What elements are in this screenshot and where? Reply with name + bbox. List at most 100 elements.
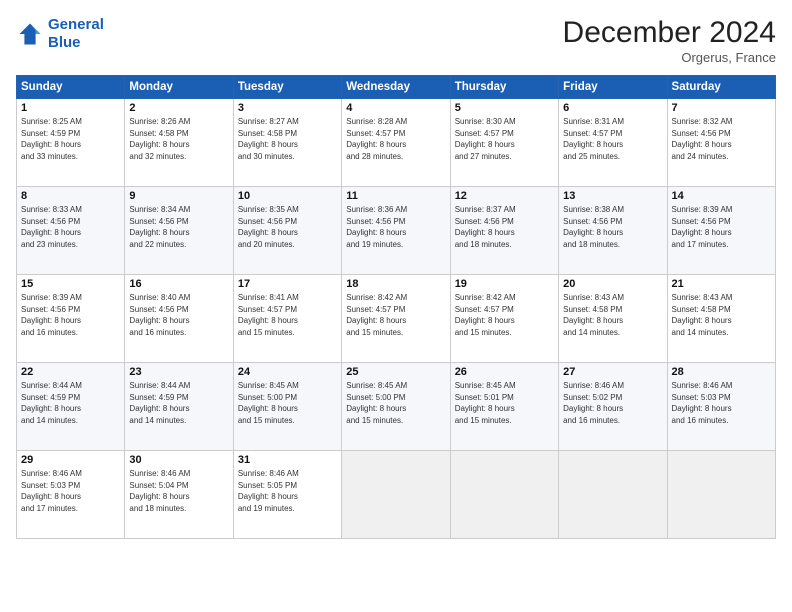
calendar-cell: 16 Sunrise: 8:40 AM Sunset: 4:56 PM Dayli… <box>125 275 233 363</box>
day-number: 8 <box>21 190 120 202</box>
day-number: 29 <box>21 454 120 466</box>
day-number: 12 <box>455 190 554 202</box>
calendar-week-row: 1 Sunrise: 8:25 AM Sunset: 4:59 PM Daylig… <box>17 99 776 187</box>
calendar-cell: 31 Sunrise: 8:46 AM Sunset: 5:05 PM Dayli… <box>233 451 341 539</box>
calendar-cell: 9 Sunrise: 8:34 AM Sunset: 4:56 PM Daylig… <box>125 187 233 275</box>
col-friday: Friday <box>559 76 667 99</box>
calendar-cell <box>667 451 775 539</box>
day-number: 6 <box>563 102 662 114</box>
calendar-cell: 18 Sunrise: 8:42 AM Sunset: 4:57 PM Dayli… <box>342 275 450 363</box>
calendar-cell: 17 Sunrise: 8:41 AM Sunset: 4:57 PM Dayli… <box>233 275 341 363</box>
logo: General Blue <box>16 16 104 52</box>
day-info: Sunrise: 8:46 AM Sunset: 5:02 PM Dayligh… <box>563 380 662 426</box>
calendar-header-row: Sunday Monday Tuesday Wednesday Thursday… <box>17 76 776 99</box>
calendar-cell: 11 Sunrise: 8:36 AM Sunset: 4:56 PM Dayli… <box>342 187 450 275</box>
header: General Blue December 2024 Orgerus, Fran… <box>16 16 776 65</box>
day-number: 5 <box>455 102 554 114</box>
col-saturday: Saturday <box>667 76 775 99</box>
day-info: Sunrise: 8:35 AM Sunset: 4:56 PM Dayligh… <box>238 204 337 250</box>
calendar-cell: 3 Sunrise: 8:27 AM Sunset: 4:58 PM Daylig… <box>233 99 341 187</box>
day-number: 30 <box>129 454 228 466</box>
logo-icon <box>16 20 44 48</box>
day-number: 24 <box>238 366 337 378</box>
location-subtitle: Orgerus, France <box>563 50 776 65</box>
calendar-cell: 13Sunrise: 8:38 AM Sunset: 4:56 PM Dayli… <box>559 187 667 275</box>
day-info: Sunrise: 8:44 AM Sunset: 4:59 PM Dayligh… <box>129 380 228 426</box>
calendar-week-row: 8Sunrise: 8:33 AM Sunset: 4:56 PM Daylig… <box>17 187 776 275</box>
day-number: 7 <box>672 102 771 114</box>
calendar-cell: 25Sunrise: 8:45 AM Sunset: 5:00 PM Dayli… <box>342 363 450 451</box>
day-number: 22 <box>21 366 120 378</box>
col-tuesday: Tuesday <box>233 76 341 99</box>
day-info: Sunrise: 8:45 AM Sunset: 5:00 PM Dayligh… <box>238 380 337 426</box>
calendar-cell: 5 Sunrise: 8:30 AM Sunset: 4:57 PM Daylig… <box>450 99 558 187</box>
day-info: Sunrise: 8:42 AM Sunset: 4:57 PM Dayligh… <box>346 292 445 338</box>
calendar-cell <box>559 451 667 539</box>
day-info: Sunrise: 8:30 AM Sunset: 4:57 PM Dayligh… <box>455 116 554 162</box>
day-info: Sunrise: 8:40 AM Sunset: 4:56 PM Dayligh… <box>129 292 228 338</box>
logo-line2: Blue <box>48 34 81 51</box>
day-info: Sunrise: 8:32 AM Sunset: 4:56 PM Dayligh… <box>672 116 771 162</box>
day-info: Sunrise: 8:43 AM Sunset: 4:58 PM Dayligh… <box>672 292 771 338</box>
calendar-cell: 27 Sunrise: 8:46 AM Sunset: 5:02 PM Dayli… <box>559 363 667 451</box>
day-info: Sunrise: 8:42 AM Sunset: 4:57 PM Dayligh… <box>455 292 554 338</box>
day-info: Sunrise: 8:46 AM Sunset: 5:04 PM Dayligh… <box>129 468 228 514</box>
calendar-cell: 10Sunrise: 8:35 AM Sunset: 4:56 PM Dayli… <box>233 187 341 275</box>
day-number: 26 <box>455 366 554 378</box>
calendar-week-row: 22 Sunrise: 8:44 AM Sunset: 4:59 PM Dayli… <box>17 363 776 451</box>
title-section: December 2024 Orgerus, France <box>563 16 776 65</box>
day-info: Sunrise: 8:25 AM Sunset: 4:59 PM Dayligh… <box>21 116 120 162</box>
calendar-cell: 12 Sunrise: 8:37 AM Sunset: 4:56 PM Dayli… <box>450 187 558 275</box>
day-number: 1 <box>21 102 120 114</box>
day-info: Sunrise: 8:36 AM Sunset: 4:56 PM Dayligh… <box>346 204 445 250</box>
calendar-cell: 23 Sunrise: 8:44 AM Sunset: 4:59 PM Dayli… <box>125 363 233 451</box>
day-number: 2 <box>129 102 228 114</box>
day-info: Sunrise: 8:39 AM Sunset: 4:56 PM Dayligh… <box>672 204 771 250</box>
day-number: 27 <box>563 366 662 378</box>
day-info: Sunrise: 8:46 AM Sunset: 5:05 PM Dayligh… <box>238 468 337 514</box>
day-info: Sunrise: 8:41 AM Sunset: 4:57 PM Dayligh… <box>238 292 337 338</box>
day-info: Sunrise: 8:37 AM Sunset: 4:56 PM Dayligh… <box>455 204 554 250</box>
day-number: 9 <box>129 190 228 202</box>
col-wednesday: Wednesday <box>342 76 450 99</box>
day-number: 20 <box>563 278 662 290</box>
calendar-cell <box>342 451 450 539</box>
calendar-cell <box>450 451 558 539</box>
day-info: Sunrise: 8:31 AM Sunset: 4:57 PM Dayligh… <box>563 116 662 162</box>
day-number: 15 <box>21 278 120 290</box>
calendar-cell: 1 Sunrise: 8:25 AM Sunset: 4:59 PM Daylig… <box>17 99 125 187</box>
day-number: 14 <box>672 190 771 202</box>
calendar-cell: 4Sunrise: 8:28 AM Sunset: 4:57 PM Daylig… <box>342 99 450 187</box>
calendar-cell: 19Sunrise: 8:42 AM Sunset: 4:57 PM Dayli… <box>450 275 558 363</box>
col-thursday: Thursday <box>450 76 558 99</box>
day-info: Sunrise: 8:44 AM Sunset: 4:59 PM Dayligh… <box>21 380 120 426</box>
day-number: 23 <box>129 366 228 378</box>
day-info: Sunrise: 8:46 AM Sunset: 5:03 PM Dayligh… <box>21 468 120 514</box>
calendar-cell: 14 Sunrise: 8:39 AM Sunset: 4:56 PM Dayli… <box>667 187 775 275</box>
calendar-cell: 28Sunrise: 8:46 AM Sunset: 5:03 PM Dayli… <box>667 363 775 451</box>
day-number: 25 <box>346 366 445 378</box>
calendar-cell: 21Sunrise: 8:43 AM Sunset: 4:58 PM Dayli… <box>667 275 775 363</box>
day-info: Sunrise: 8:27 AM Sunset: 4:58 PM Dayligh… <box>238 116 337 162</box>
calendar-week-row: 15Sunrise: 8:39 AM Sunset: 4:56 PM Dayli… <box>17 275 776 363</box>
logo-text: General Blue <box>48 16 104 52</box>
calendar-cell: 22 Sunrise: 8:44 AM Sunset: 4:59 PM Dayli… <box>17 363 125 451</box>
day-info: Sunrise: 8:43 AM Sunset: 4:58 PM Dayligh… <box>563 292 662 338</box>
day-number: 11 <box>346 190 445 202</box>
day-number: 31 <box>238 454 337 466</box>
calendar-cell: 20 Sunrise: 8:43 AM Sunset: 4:58 PM Dayli… <box>559 275 667 363</box>
day-number: 3 <box>238 102 337 114</box>
calendar-cell: 24 Sunrise: 8:45 AM Sunset: 5:00 PM Dayli… <box>233 363 341 451</box>
day-info: Sunrise: 8:26 AM Sunset: 4:58 PM Dayligh… <box>129 116 228 162</box>
day-number: 28 <box>672 366 771 378</box>
calendar-week-row: 29 Sunrise: 8:46 AM Sunset: 5:03 PM Dayli… <box>17 451 776 539</box>
day-number: 13 <box>563 190 662 202</box>
logo-line1: General <box>48 16 104 33</box>
col-sunday: Sunday <box>17 76 125 99</box>
day-info: Sunrise: 8:34 AM Sunset: 4:56 PM Dayligh… <box>129 204 228 250</box>
day-number: 16 <box>129 278 228 290</box>
day-number: 18 <box>346 278 445 290</box>
day-info: Sunrise: 8:45 AM Sunset: 5:01 PM Dayligh… <box>455 380 554 426</box>
month-title: December 2024 <box>563 16 776 50</box>
day-number: 17 <box>238 278 337 290</box>
